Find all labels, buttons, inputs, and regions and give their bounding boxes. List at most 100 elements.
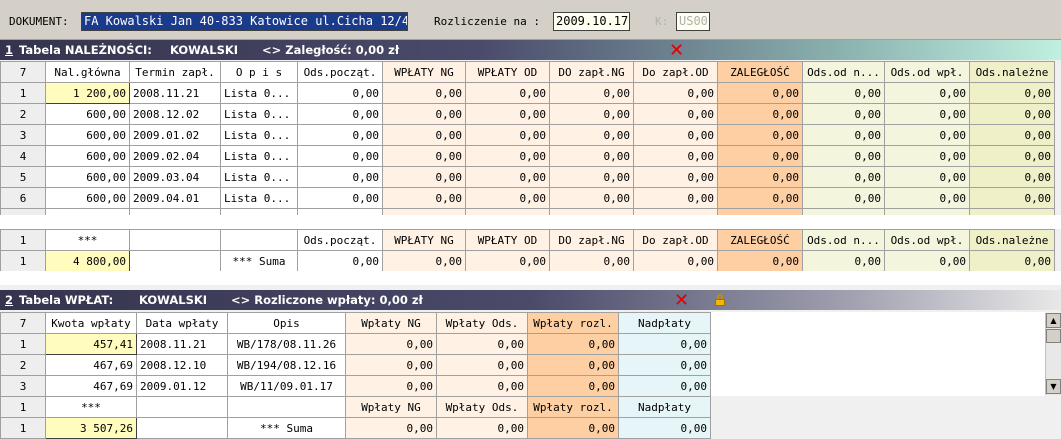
lock-icon[interactable] — [715, 294, 725, 306]
naleznosci-header-2[interactable]: Termin zapł. — [129, 61, 221, 83]
wplaty-row[interactable]: 1 457,41 2008.11.21 WB/178/08.11.26 0,00 0,00… — [0, 333, 711, 355]
naleznosci-row-cell-10[interactable]: 0,00 — [802, 187, 885, 209]
naleznosci-sum-header-10[interactable]: Ods.od n... — [802, 229, 885, 251]
wplaty-row-cell-4[interactable]: 0,00 — [345, 333, 437, 355]
naleznosci-row-cell-5[interactable]: 0,00 — [382, 103, 466, 125]
naleznosci-sum-row-cell-11[interactable]: 0,00 — [884, 250, 970, 272]
wplaty-row-cell-5[interactable]: 0,00 — [436, 333, 528, 355]
wplaty-row-cell-2[interactable]: 2009.01.12 — [136, 375, 228, 397]
naleznosci-row-cell-2[interactable]: 2008.12.02 — [129, 103, 221, 125]
naleznosci-row-cell-12[interactable]: 0,00 — [969, 124, 1055, 146]
naleznosci-sum-header-0[interactable]: 1 — [0, 229, 46, 251]
naleznosci-row-cell-1[interactable]: 600,00 — [45, 187, 130, 209]
wplaty-row-cell-1[interactable]: 467,69 — [45, 375, 137, 397]
naleznosci-sum-header-4[interactable]: Ods.począt. — [297, 229, 383, 251]
naleznosci-row-cell-12[interactable]: 0,00 — [969, 145, 1055, 167]
naleznosci-sum-row-cell-3[interactable]: *** Suma — [220, 250, 298, 272]
naleznosci-row-cell-7[interactable]: 0,00 — [549, 103, 634, 125]
wplaty-header-4[interactable]: Wpłaty NG — [345, 312, 437, 334]
naleznosci-row-cell-12[interactable]: 0,00 — [969, 187, 1055, 209]
naleznosci-row-cell-1[interactable]: 600,00 — [45, 145, 130, 167]
naleznosci-sum-header-2[interactable] — [129, 229, 221, 251]
naleznosci-row-cell-8[interactable]: 0,00 — [633, 187, 718, 209]
naleznosci-row-cell-7[interactable]: 0,00 — [549, 124, 634, 146]
naleznosci-row-cell-6[interactable]: 0,00 — [465, 187, 550, 209]
naleznosci-sum-row-cell-8[interactable]: 0,00 — [633, 250, 718, 272]
naleznosci-row[interactable]: 4 600,00 2009.02.04 Lista 0... 0,00 0,00 0,00 0… — [0, 145, 1055, 167]
naleznosci-row[interactable]: 11 200,00 2008.11.21 Lista 0... 0,00 0,00 0,0… — [0, 82, 1055, 104]
naleznosci-row-cell-3[interactable]: Lista 0... — [220, 82, 298, 104]
wplaty-header-7[interactable]: Nadpłaty — [618, 312, 711, 334]
naleznosci-row-cell-8[interactable]: 0,00 — [633, 166, 718, 188]
wplaty-row-cell-5[interactable]: 0,00 — [436, 375, 528, 397]
wplaty-row-cell-4[interactable]: 0,00 — [345, 375, 437, 397]
naleznosci-header-11[interactable]: Ods.od wpł. — [884, 61, 970, 83]
wplaty-row-cell-6[interactable]: 0,00 — [527, 375, 619, 397]
wplaty-header-3[interactable]: Opis — [227, 312, 346, 334]
wplaty-sum-header-3[interactable] — [227, 396, 346, 418]
naleznosci-row-cell-12[interactable]: 0,00 — [969, 103, 1055, 125]
rozliczenie-date-field[interactable]: 2009.10.17 — [553, 12, 630, 31]
k-field[interactable]: US00 — [676, 12, 710, 31]
naleznosci-sum-row-cell-7[interactable]: 0,00 — [549, 250, 634, 272]
naleznosci-row[interactable]: 3 600,00 2009.01.02 Lista 0... 0,00 0,00 0,00 0… — [0, 124, 1055, 146]
wplaty-header-6[interactable]: Wpłaty rozl. — [527, 312, 619, 334]
wplaty-row-cell-7[interactable]: 0,00 — [618, 354, 711, 376]
wplaty-sum-row-cell-4[interactable]: 0,00 — [345, 417, 437, 439]
naleznosci-row-cell-3[interactable]: Lista 0... — [220, 145, 298, 167]
naleznosci-row-cell-8[interactable]: 0,00 — [633, 124, 718, 146]
wplaty-sum-row[interactable]: 13 507,26 *** Suma 0,00 0,00 0,00 0,00 — [0, 417, 711, 439]
wplaty-row[interactable]: 2 467,69 2008.12.10 WB/194/08.12.16 0,00 0,00… — [0, 354, 711, 376]
naleznosci-header-4[interactable]: Ods.począt. — [297, 61, 383, 83]
wplaty-sum-row-cell-3[interactable]: *** Suma — [227, 417, 346, 439]
naleznosci-row-cell-9[interactable]: 0,00 — [717, 187, 803, 209]
naleznosci-sum-row-cell-5[interactable]: 0,00 — [382, 250, 466, 272]
dokument-field[interactable]: FA Kowalski Jan 40-833 Katowice ul.Cicha… — [81, 12, 408, 31]
naleznosci-sum-header-8[interactable]: Do zapł.OD — [633, 229, 718, 251]
wplaty-row-cell-6[interactable]: 0,00 — [527, 354, 619, 376]
naleznosci-row-cell-7[interactable]: 0,00 — [549, 82, 634, 104]
naleznosci-row-cell-6[interactable]: 0,00 — [465, 124, 550, 146]
wplaty-sum-header-4[interactable]: Wpłaty NG — [345, 396, 437, 418]
naleznosci-row-cell-10[interactable]: 0,00 — [802, 103, 885, 125]
naleznosci-row-cell-3[interactable]: Lista 0... — [220, 187, 298, 209]
naleznosci-row-cell-10[interactable]: 0,00 — [802, 82, 885, 104]
naleznosci-row-cell-1[interactable]: 600,00 — [45, 103, 130, 125]
delete-naleznosci-x-icon[interactable]: ✕ — [669, 42, 684, 60]
naleznosci-sum-header-6[interactable]: WPŁATY OD — [465, 229, 550, 251]
wplaty-sum-row-cell-2[interactable] — [136, 417, 228, 439]
naleznosci-sum-header-3[interactable] — [220, 229, 298, 251]
naleznosci-row-cell-4[interactable]: 0,00 — [297, 103, 383, 125]
naleznosci-header-7[interactable]: DO zapł.NG — [549, 61, 634, 83]
naleznosci-row-cell-2[interactable]: 2009.03.04 — [129, 166, 221, 188]
naleznosci-row-cell-7[interactable]: 0,00 — [549, 166, 634, 188]
naleznosci-sum-row-cell-10[interactable]: 0,00 — [802, 250, 885, 272]
naleznosci-row-cell-8[interactable]: 0,00 — [633, 82, 718, 104]
naleznosci-row-cell-2[interactable]: 2009.02.04 — [129, 145, 221, 167]
naleznosci-row-cell-5[interactable]: 0,00 — [382, 166, 466, 188]
naleznosci-sum-header-12[interactable]: Ods.należne — [969, 229, 1055, 251]
naleznosci-sum-header-9[interactable]: ZALEGŁOŚĆ — [717, 229, 803, 251]
naleznosci-row-cell-8[interactable]: 0,00 — [633, 103, 718, 125]
wplaty-row-cell-1[interactable]: 467,69 — [45, 354, 137, 376]
naleznosci-sum-row-cell-1[interactable]: 4 800,00 — [45, 250, 130, 272]
wplaty-sum-header-2[interactable] — [136, 396, 228, 418]
naleznosci-header-12[interactable]: Ods.należne — [969, 61, 1055, 83]
naleznosci-row-cell-11[interactable]: 0,00 — [884, 145, 970, 167]
wplaty-row-cell-5[interactable]: 0,00 — [436, 354, 528, 376]
wplaty-row-cell-4[interactable]: 0,00 — [345, 354, 437, 376]
naleznosci-row[interactable]: 6 600,00 2009.04.01 Lista 0... 0,00 0,00 0,00 0… — [0, 187, 1055, 209]
naleznosci-row-cell-6[interactable]: 0,00 — [465, 103, 550, 125]
wplaty-row-cell-2[interactable]: 2008.11.21 — [136, 333, 228, 355]
naleznosci-sum-row-cell-12[interactable]: 0,00 — [969, 250, 1055, 272]
wplaty-header-0[interactable]: 7 — [0, 312, 46, 334]
naleznosci-row-cell-10[interactable]: 0,00 — [802, 166, 885, 188]
wplaty-row-cell-7[interactable]: 0,00 — [618, 375, 711, 397]
wplaty-sum-header-0[interactable]: 1 — [0, 396, 46, 418]
naleznosci-sum-header-5[interactable]: WPŁATY NG — [382, 229, 466, 251]
naleznosci-row-cell-4[interactable]: 0,00 — [297, 187, 383, 209]
wplaty-header-1[interactable]: Kwota wpłaty — [45, 312, 137, 334]
naleznosci-row-cell-1[interactable]: 600,00 — [45, 124, 130, 146]
naleznosci-row-cell-3[interactable]: Lista 0... — [220, 166, 298, 188]
naleznosci-row-cell-4[interactable]: 0,00 — [297, 145, 383, 167]
